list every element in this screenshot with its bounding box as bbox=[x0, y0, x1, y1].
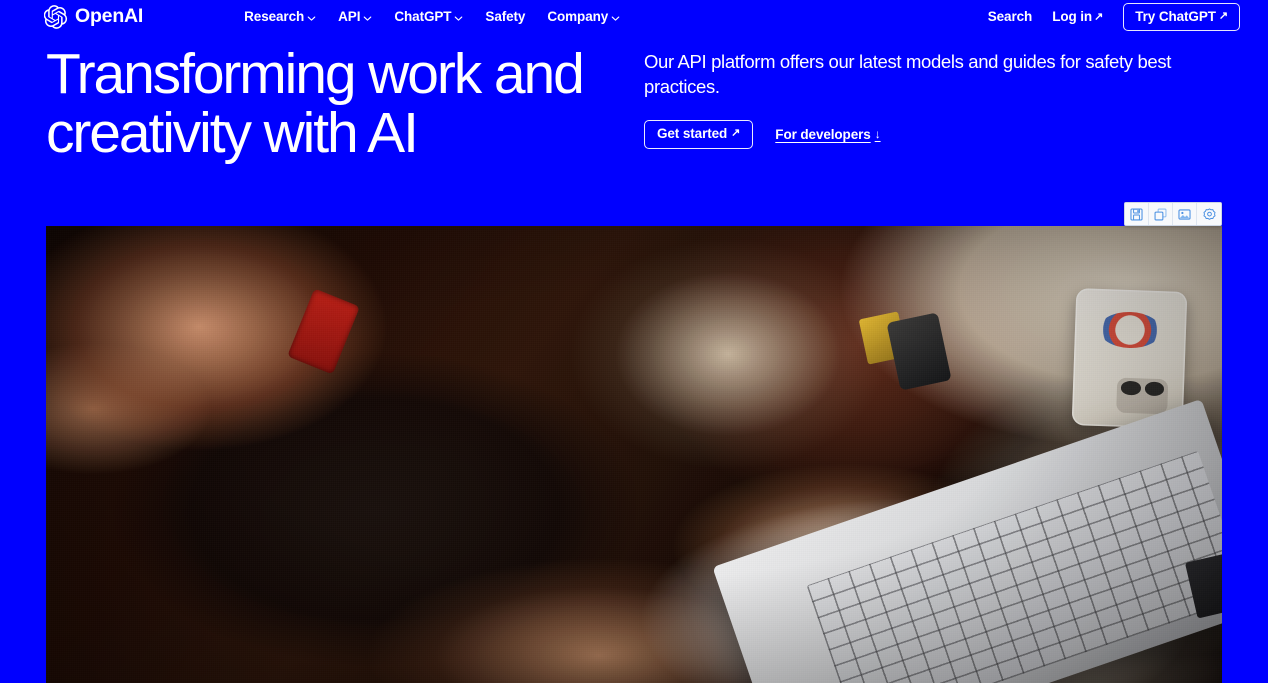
red-smartwatch bbox=[286, 287, 361, 375]
dark-smartwatch bbox=[886, 312, 952, 391]
laptop bbox=[712, 399, 1222, 683]
image-toolbar bbox=[1124, 202, 1222, 226]
image-icon bbox=[1178, 208, 1191, 221]
nav-item-company-label: Company bbox=[547, 9, 609, 25]
laptop-keyboard bbox=[806, 451, 1222, 683]
hero-subheadline: Our API platform offers our latest model… bbox=[644, 51, 1172, 97]
search-button[interactable]: Search bbox=[987, 9, 1033, 25]
smartphone-on-cushion bbox=[1071, 288, 1187, 429]
nav-item-chatgpt-label: ChatGPT bbox=[394, 9, 452, 25]
chevron-down-icon bbox=[611, 14, 620, 23]
phone-sticker bbox=[1098, 310, 1162, 349]
image-button[interactable] bbox=[1173, 203, 1197, 225]
for-developers-link[interactable]: For developers ↓ bbox=[775, 128, 880, 142]
chevron-down-icon bbox=[454, 14, 463, 23]
copy-icon bbox=[1154, 208, 1167, 221]
nav-utility-group: Search Log in ↗ Try ChatGPT ↗ bbox=[987, 2, 1240, 32]
hero-text-column: Our API platform offers our latest model… bbox=[644, 50, 1224, 149]
arrow-down-icon: ↓ bbox=[874, 127, 881, 142]
primary-nav-menu: Research API ChatGPT Safety Company bbox=[244, 10, 620, 24]
copy-button[interactable] bbox=[1149, 203, 1173, 225]
openai-blossom-icon bbox=[43, 5, 68, 29]
save-icon bbox=[1130, 207, 1143, 221]
nav-item-safety-label: Safety bbox=[485, 9, 526, 25]
settings-icon bbox=[1202, 207, 1216, 221]
hero-photo bbox=[46, 226, 1222, 683]
hero-image bbox=[46, 226, 1222, 683]
login-label: Log in bbox=[1052, 9, 1093, 25]
settings-button[interactable] bbox=[1197, 203, 1221, 225]
hero-section: Transforming work and creativity with AI… bbox=[0, 34, 1268, 212]
nav-item-api-label: API bbox=[338, 9, 361, 25]
get-started-label: Get started bbox=[657, 126, 728, 142]
chevron-down-icon bbox=[363, 14, 372, 23]
hero-actions-group: Get started ↗ For developers ↓ bbox=[644, 120, 1224, 149]
nav-item-safety[interactable]: Safety bbox=[485, 10, 525, 24]
arrow-up-right-icon: ↗ bbox=[731, 127, 741, 140]
get-started-button[interactable]: Get started ↗ bbox=[644, 120, 754, 149]
chevron-down-icon bbox=[307, 14, 316, 23]
phone-camera-module bbox=[1116, 377, 1169, 415]
nav-item-chatgpt[interactable]: ChatGPT bbox=[394, 10, 463, 24]
nav-item-api[interactable]: API bbox=[338, 10, 372, 24]
try-chatgpt-button[interactable]: Try ChatGPT ↗ bbox=[1123, 2, 1240, 32]
nav-item-research-label: Research bbox=[244, 9, 305, 25]
search-label: Search bbox=[987, 9, 1033, 25]
brand-name-text: OpenAI bbox=[75, 5, 144, 28]
for-developers-label: For developers bbox=[775, 126, 871, 142]
nav-item-research[interactable]: Research bbox=[244, 10, 316, 24]
arrow-up-right-icon: ↗ bbox=[1094, 10, 1104, 23]
save-button[interactable] bbox=[1125, 203, 1149, 225]
page-title: Transforming work and creativity with AI bbox=[46, 42, 585, 166]
brand-logo-link[interactable]: OpenAI bbox=[43, 5, 144, 29]
nav-item-company[interactable]: Company bbox=[547, 10, 620, 24]
top-navigation-bar: OpenAI Research API ChatGPT Safety Compa… bbox=[0, 0, 1268, 34]
arrow-up-right-icon: ↗ bbox=[1218, 10, 1228, 22]
try-chatgpt-label: Try ChatGPT bbox=[1135, 8, 1216, 24]
login-link[interactable]: Log in ↗ bbox=[1052, 10, 1103, 24]
